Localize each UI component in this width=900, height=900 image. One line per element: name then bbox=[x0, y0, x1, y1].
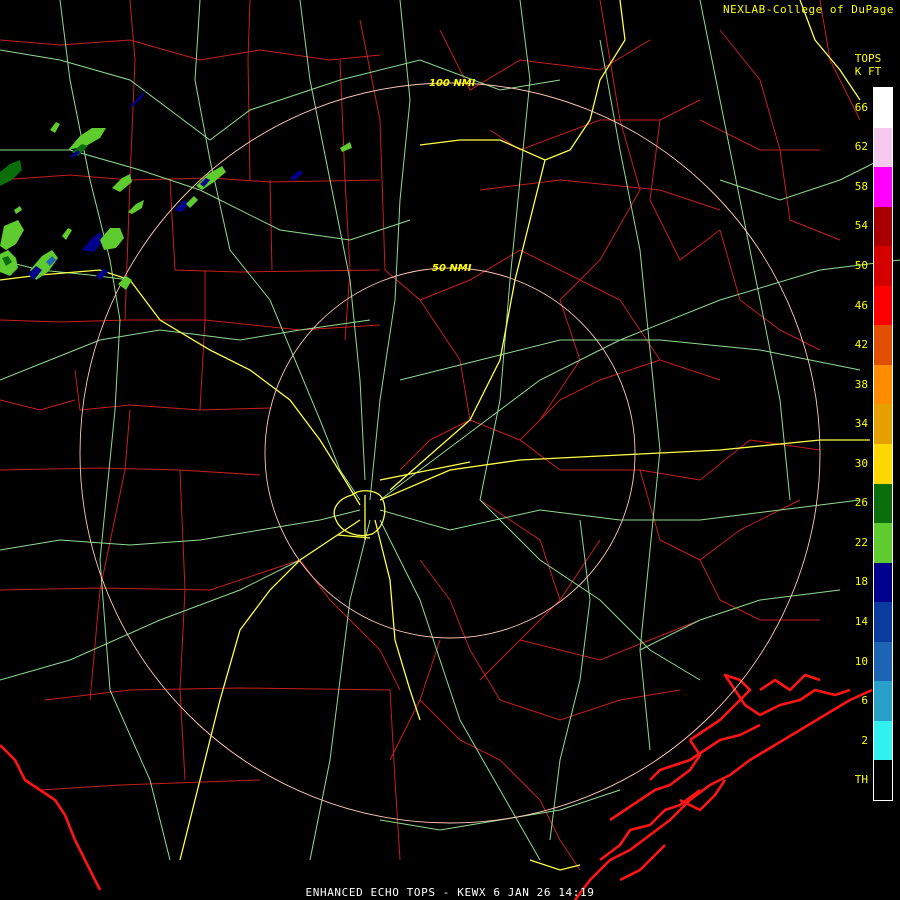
legend-label: 50 bbox=[854, 259, 868, 272]
radar-echoes bbox=[0, 90, 352, 290]
legend-swatch bbox=[874, 206, 892, 247]
product-caption: ENHANCED ECHO TOPS - KEWX 6 JAN 26 14:19 bbox=[305, 886, 595, 899]
legend-swatch bbox=[874, 523, 892, 564]
legend-label: TH bbox=[854, 773, 868, 787]
legend-swatch bbox=[874, 760, 892, 801]
legend-swatch bbox=[874, 285, 892, 326]
gulf-coastline bbox=[0, 673, 873, 900]
legend-label: 58 bbox=[854, 179, 868, 193]
legend-swatch bbox=[874, 246, 892, 287]
ring-label-100: 100 NMI bbox=[429, 78, 476, 89]
legend-swatch bbox=[874, 127, 892, 168]
legend-label: 38 bbox=[854, 377, 868, 391]
legend-label: 62 bbox=[854, 140, 868, 154]
radar-map: 50 NMI 100 NMI bbox=[0, 0, 900, 900]
legend-swatch bbox=[874, 483, 892, 524]
legend-title-label: TOPS bbox=[854, 52, 882, 65]
legend-swatch bbox=[874, 720, 892, 761]
legend-title: TOPS K FT bbox=[838, 52, 898, 78]
legend-label: 34 bbox=[854, 417, 868, 431]
legend-swatch bbox=[874, 562, 892, 603]
legend-label: 42 bbox=[854, 338, 868, 352]
legend-label: 30 bbox=[854, 456, 868, 470]
legend-swatch bbox=[874, 681, 892, 722]
ring-label-50: 50 NMI bbox=[432, 263, 472, 274]
color-legend-bar bbox=[873, 87, 893, 801]
legend-swatch bbox=[874, 444, 892, 485]
interstate-network bbox=[0, 0, 870, 871]
legend-units-label: K FT bbox=[854, 65, 882, 78]
legend-swatch bbox=[874, 167, 892, 208]
credit-text: NEXLAB-College of DuPage bbox=[723, 3, 894, 16]
legend-label: 66 bbox=[854, 100, 868, 114]
legend-label: 18 bbox=[854, 575, 868, 589]
legend-swatch bbox=[874, 325, 892, 366]
legend-swatch bbox=[874, 641, 892, 682]
legend-label: 14 bbox=[854, 615, 868, 628]
legend-swatch bbox=[874, 602, 892, 643]
legend-label: 22 bbox=[854, 535, 868, 549]
legend-label: 54 bbox=[854, 219, 868, 233]
legend-label: 2 bbox=[861, 733, 868, 747]
legend-swatch bbox=[874, 404, 892, 445]
legend-label: 6 bbox=[861, 694, 868, 708]
range-rings bbox=[79, 82, 821, 824]
legend-label: 26 bbox=[854, 496, 868, 510]
legend-swatch bbox=[874, 364, 892, 405]
legend-label: 46 bbox=[854, 298, 868, 312]
legend-swatch bbox=[874, 88, 892, 129]
legend-label: 10 bbox=[854, 654, 868, 668]
county-boundaries bbox=[0, 0, 861, 871]
